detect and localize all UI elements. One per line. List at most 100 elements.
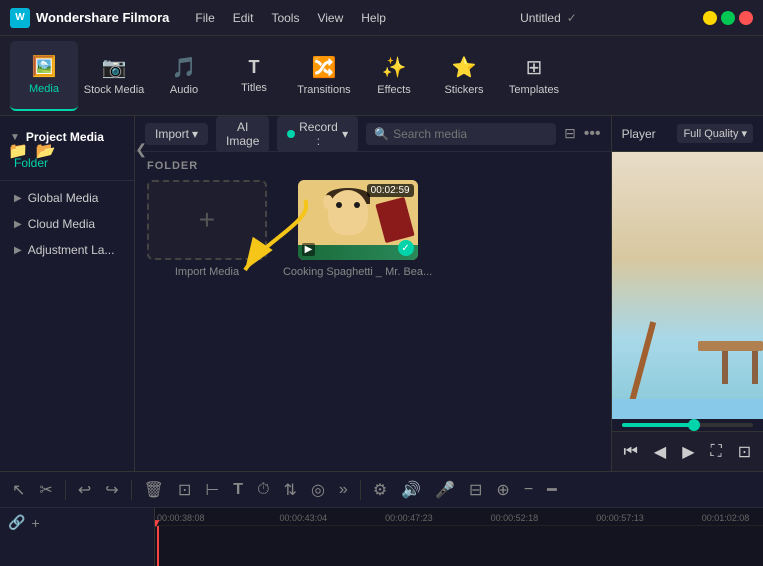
templates-icon: ⊞ — [526, 55, 543, 80]
preview-progress-bar[interactable] — [612, 419, 763, 431]
stock-media-label: Stock Media — [84, 84, 145, 96]
sidebar-item-cloud-media[interactable]: ▶ Cloud Media — [0, 211, 134, 237]
timeline-redo[interactable]: ↪ — [101, 478, 122, 502]
timeline-special[interactable]: ⊕ — [492, 478, 513, 502]
tl-separator-2 — [131, 480, 132, 500]
quality-select[interactable]: Full Quality ▾ — [677, 124, 753, 143]
transitions-icon: 🔀 — [312, 55, 337, 80]
logo-icon: W — [10, 8, 30, 28]
search-box: 🔍 — [366, 123, 556, 145]
ai-image-button[interactable]: AI Image — [216, 116, 269, 152]
record-dot-icon — [287, 130, 294, 138]
more-options-icon[interactable]: ••• — [584, 125, 601, 143]
preview-detail — [612, 399, 763, 419]
folder-section-label: FOLDER — [135, 152, 611, 180]
timeline-mic[interactable]: 🎤 — [431, 478, 459, 502]
timeline-adjust[interactable]: ⇅ — [280, 478, 301, 502]
video-check-icon: ✓ — [398, 240, 414, 256]
toolbar-transitions[interactable]: 🔀 Transitions — [290, 41, 358, 111]
timeline-delete[interactable]: 🗑 — [140, 478, 168, 502]
toolbar-templates[interactable]: ⊞ Templates — [500, 41, 568, 111]
sidebar-item-global-media[interactable]: ▶ Global Media — [0, 185, 134, 211]
playhead-indicator: ▼ — [155, 516, 162, 530]
toolbar-stock-media[interactable]: 📷 Stock Media — [80, 41, 148, 111]
timeline-more[interactable]: » — [335, 479, 352, 501]
titlebar: W Wondershare Filmora File Edit Tools Vi… — [0, 0, 763, 36]
crop-button[interactable]: ⊡ — [736, 440, 753, 464]
titles-label: Titles — [241, 82, 267, 94]
menu-view[interactable]: View — [309, 7, 351, 29]
sidebar: ▼ Project Media Folder ▶ Global Media ▶ … — [0, 116, 135, 471]
timeline-add-track: 🔗 + — [4, 512, 44, 533]
content-area: Import ▾ AI Image Record : ▾ 🔍 ⊟ ••• FOL… — [135, 116, 611, 471]
menu-tools[interactable]: Tools — [263, 7, 307, 29]
toolbar-audio[interactable]: 🎵 Audio — [150, 41, 218, 111]
import-chevron-icon: ▾ — [192, 127, 198, 141]
toolbar-media[interactable]: 🖼️ Media — [10, 41, 78, 111]
timeline-cut-tool[interactable]: ✂ — [35, 478, 56, 502]
playhead[interactable]: ▼ ▼ — [157, 526, 159, 566]
new-folder-icon[interactable]: 📁 — [8, 141, 28, 161]
ai-image-label: AI Image — [226, 120, 259, 148]
close-button[interactable] — [739, 11, 753, 25]
fullscreen-button[interactable]: ⛶ — [709, 441, 724, 463]
record-button[interactable]: Record : ▾ — [277, 116, 358, 152]
ruler-marker-2: 00:00:43:04 — [280, 513, 328, 523]
timeline-effects[interactable]: ◎ — [307, 478, 329, 502]
main-area: ▼ Project Media Folder ▶ Global Media ▶ … — [0, 116, 763, 471]
timeline-split[interactable]: ⊢ — [201, 478, 223, 502]
media-label: Media — [29, 83, 59, 95]
title-check-icon: ✓ — [567, 11, 577, 25]
sidebar-collapse-icon[interactable]: ❮ — [135, 141, 147, 161]
menu-file[interactable]: File — [187, 7, 222, 29]
menu-edit[interactable]: Edit — [225, 7, 262, 29]
effects-icon: ✨ — [382, 55, 407, 80]
link-icon[interactable]: 🔗 — [8, 514, 25, 531]
video-duration: 00:02:59 — [367, 184, 414, 197]
timeline-track[interactable]: ⊟ — [465, 478, 486, 502]
minimize-button[interactable] — [703, 11, 717, 25]
window-controls — [703, 11, 753, 25]
toolbar-stickers[interactable]: ⭐ Stickers — [430, 41, 498, 111]
add-track-icon[interactable]: + — [31, 515, 39, 531]
maximize-button[interactable] — [721, 11, 735, 25]
video-thumbnail[interactable]: 00:02:59 ✓ ▶ — [298, 180, 418, 260]
timeline-zoom-out[interactable]: − — [520, 479, 537, 501]
ruler-marker-3: 00:00:47:23 — [385, 513, 433, 523]
preview-detail — [752, 349, 758, 384]
quality-label: Full Quality — [683, 128, 738, 140]
media-icon: 🖼️ — [32, 54, 57, 79]
search-icon: 🔍 — [374, 127, 389, 141]
cloud-media-label: Cloud Media — [28, 217, 95, 231]
sidebar-item-adjustment[interactable]: ▶ Adjustment La... — [0, 237, 134, 263]
timeline-crop[interactable]: ⊡ — [174, 478, 195, 502]
timeline-undo[interactable]: ↩ — [74, 478, 95, 502]
timeline-clock[interactable]: ⏱ — [253, 479, 273, 501]
timeline-text[interactable]: T — [229, 479, 247, 501]
toolbar-titles[interactable]: T Titles — [220, 41, 288, 111]
audio-label: Audio — [170, 84, 198, 96]
rewind-button[interactable]: ⏮ — [621, 441, 639, 463]
timeline-zoom-in[interactable]: ━ — [543, 478, 561, 502]
play-back-button[interactable]: ◀ — [652, 440, 668, 464]
timeline-select-tool[interactable]: ↖ — [8, 478, 29, 502]
timeline-ruler-tracks: 00:00:38:08 00:00:43:04 00:00:47:23 00:0… — [155, 508, 763, 566]
play-button[interactable]: ▶ — [680, 440, 696, 464]
timeline-settings[interactable]: ⚙ — [369, 478, 391, 502]
toolbar-effects[interactable]: ✨ Effects — [360, 41, 428, 111]
timeline-tracks-area: ▼ ▼ — [155, 526, 763, 566]
menu-bar: File Edit Tools View Help — [187, 7, 394, 29]
menu-help[interactable]: Help — [353, 7, 394, 29]
record-chevron-icon: ▾ — [342, 127, 348, 141]
app-name: Wondershare Filmora — [36, 10, 169, 25]
quality-chevron-icon: ▾ — [741, 127, 747, 140]
import-folder-icon[interactable]: 📂 — [36, 141, 56, 161]
search-input[interactable] — [393, 127, 548, 141]
preview-panel: Player Full Quality ▾ — [611, 116, 763, 471]
filter-icon[interactable]: ⊟ — [564, 125, 576, 142]
timeline-audio[interactable]: 🔊 — [397, 478, 425, 502]
timeline-track-labels: 🔗 + — [0, 508, 155, 566]
adjustment-arrow: ▶ — [14, 245, 22, 256]
arrow-annotation — [235, 190, 315, 283]
slider-thumb[interactable] — [688, 419, 700, 431]
